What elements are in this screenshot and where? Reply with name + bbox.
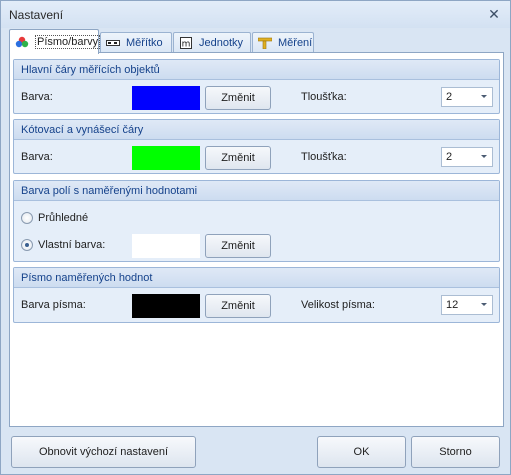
custom-color-row: Vlastní barva: Změnit	[14, 234, 499, 258]
group-field-color: Barva polí s naměřenými hodnotami Průhle…	[13, 180, 500, 262]
group-dimension-lines: Kótovací a vynášecí čáry Barva: Změnit T…	[13, 119, 500, 174]
cancel-button[interactable]: Storno	[411, 436, 500, 468]
thickness-label: Tloušťka:	[301, 91, 347, 103]
transparent-label[interactable]: Průhledné	[38, 212, 88, 224]
tab-units[interactable]: m Jednotky	[173, 32, 251, 53]
font-row: Barva písma: Změnit Velikost písma: 12	[14, 294, 499, 318]
tab-label: Jednotky	[199, 37, 244, 49]
tab-strip: Písmo/barvy Měřítko m Jednotky Měření	[9, 29, 504, 54]
thickness-select[interactable]: 2	[441, 147, 493, 167]
main-lines-row: Barva: Změnit Tloušťka: 2	[14, 86, 499, 110]
custom-color-radio[interactable]	[21, 239, 33, 251]
ok-label: OK	[353, 446, 370, 458]
chevron-down-icon	[481, 303, 487, 306]
reset-defaults-button[interactable]: Obnovit výchozí nastavení	[11, 436, 196, 468]
tab-measurement[interactable]: Měření	[252, 32, 314, 53]
ruler-scale-icon	[106, 37, 120, 49]
font-color-label: Barva písma:	[21, 299, 86, 311]
color-swatch	[132, 234, 200, 258]
group-title: Písmo naměřených hodnot	[14, 268, 499, 288]
measure-tool-icon	[257, 37, 273, 50]
tab-label: Písmo/barvy	[35, 35, 101, 49]
thickness-value: 2	[446, 151, 453, 163]
color-dots-icon	[15, 36, 29, 48]
tab-content: Hlavní čáry měřících objektů Barva: Změn…	[9, 52, 504, 427]
font-size-label: Velikost písma:	[301, 299, 375, 311]
color-swatch	[132, 294, 200, 318]
thickness-value: 2	[446, 91, 453, 103]
title-bar[interactable]: Nastavení ✕	[1, 1, 510, 28]
chevron-down-icon	[481, 155, 487, 158]
change-color-button[interactable]: Změnit	[205, 146, 271, 170]
transparent-radio[interactable]	[21, 212, 33, 224]
group-title: Hlavní čáry měřících objektů	[14, 60, 499, 80]
settings-dialog: Nastavení ✕ Písmo/barvy Měřítko m Jednot…	[0, 0, 511, 475]
tab-label: Měřítko	[126, 37, 163, 49]
change-color-button[interactable]: Změnit	[205, 234, 271, 258]
group-title: Barva polí s naměřenými hodnotami	[14, 181, 499, 201]
change-color-button[interactable]: Změnit	[205, 86, 271, 110]
tab-label: Měření	[278, 37, 313, 49]
group-title: Kótovací a vynášecí čáry	[14, 120, 499, 140]
tab-font-colors[interactable]: Písmo/barvy	[9, 29, 101, 54]
color-label: Barva:	[21, 151, 53, 163]
color-swatch	[132, 146, 200, 170]
dim-lines-row: Barva: Změnit Tloušťka: 2	[14, 146, 499, 170]
chevron-down-icon	[481, 95, 487, 98]
tab-scale[interactable]: Měřítko	[100, 32, 172, 53]
group-font: Písmo naměřených hodnot Barva písma: Změ…	[13, 267, 500, 323]
font-size-value: 12	[446, 299, 459, 311]
svg-text:m: m	[182, 40, 191, 50]
color-label: Barva:	[21, 91, 53, 103]
custom-color-label[interactable]: Vlastní barva:	[38, 239, 105, 251]
thickness-label: Tloušťka:	[301, 151, 347, 163]
thickness-select[interactable]: 2	[441, 87, 493, 107]
group-main-lines: Hlavní čáry měřících objektů Barva: Změn…	[13, 59, 500, 114]
change-color-button[interactable]: Změnit	[205, 294, 271, 318]
window-title: Nastavení	[9, 8, 64, 22]
unit-m-icon: m	[179, 37, 193, 50]
transparent-row: Průhledné	[14, 207, 499, 231]
font-size-select[interactable]: 12	[441, 295, 493, 315]
ok-button[interactable]: OK	[317, 436, 406, 468]
close-icon[interactable]: ✕	[486, 6, 502, 22]
color-swatch	[132, 86, 200, 110]
